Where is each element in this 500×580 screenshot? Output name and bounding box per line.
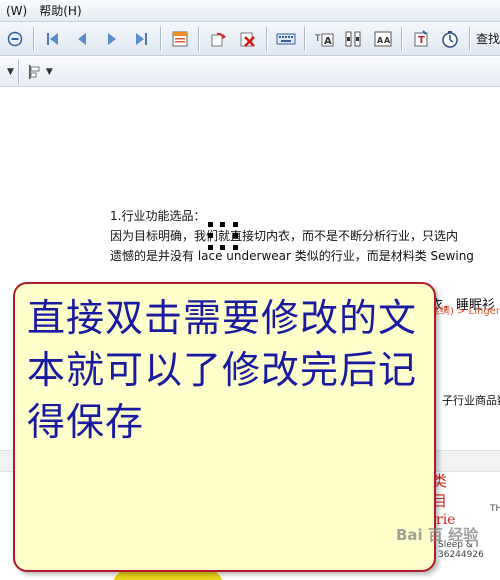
toolbar-separator: [17, 59, 19, 84]
chevron-down-icon: ▼: [7, 66, 14, 77]
last-page-icon[interactable]: [130, 26, 153, 52]
resize-handle[interactable]: [208, 245, 213, 250]
next-page-icon[interactable]: [100, 26, 123, 52]
watermark: Bai 百 经验: [396, 526, 479, 544]
prev-page-icon[interactable]: [71, 26, 94, 52]
delete-icon[interactable]: [236, 26, 259, 52]
svg-text:T: T: [314, 34, 321, 44]
small-text: TH: [490, 504, 500, 514]
document-text-block[interactable]: 1.行业功能选品： 因为目标明确，我们就直接切内衣，而不是不断分析行业，只选内 …: [110, 206, 500, 266]
align-left-icon: [28, 64, 40, 79]
annotation-callout: 直接双击需要修改的文本就可以了修改完后记得保存: [13, 282, 436, 572]
rotate-icon[interactable]: [206, 26, 229, 52]
toolbar-separator: [33, 26, 35, 51]
toolbar-separator: [401, 26, 403, 51]
main-toolbar: TA AA T 查找: [0, 22, 500, 56]
menu-help[interactable]: 帮助(H): [33, 0, 87, 22]
text-line[interactable]: 1.行业功能选品：: [110, 206, 500, 226]
search-label[interactable]: 查找: [476, 30, 500, 47]
columns-icon[interactable]: [342, 26, 365, 52]
dropdown-left[interactable]: ▼: [4, 60, 14, 84]
toolbar-separator: [265, 26, 267, 51]
resize-handle[interactable]: [233, 222, 238, 227]
svg-text:A: A: [384, 36, 391, 45]
svg-text:A: A: [324, 36, 332, 47]
menu-bar: (W) 帮助(H): [0, 0, 500, 22]
web-breadcrumb: 丝绸) > Lingerie,: [430, 306, 500, 317]
resize-handle[interactable]: [233, 245, 238, 250]
resize-handle[interactable]: [220, 245, 225, 250]
svg-text:A: A: [377, 36, 384, 45]
align-dropdown[interactable]: ▼: [27, 60, 53, 84]
chevron-down-icon: ▼: [45, 66, 53, 77]
text-line[interactable]: 因为目标明确，我们就直接切内衣，而不是不断分析行业，只选内: [110, 226, 500, 246]
text-line[interactable]: 遗憾的是并没有 lace underwear 类似的行业，而是材料类 Sewin…: [110, 246, 500, 266]
timer-icon[interactable]: [439, 26, 462, 52]
resize-handle[interactable]: [208, 233, 213, 238]
web-category-label: 子行业商品数: [442, 394, 500, 407]
text-size-icon[interactable]: TA: [312, 26, 335, 52]
text-edit-icon[interactable]: T: [409, 26, 432, 52]
form-icon[interactable]: [168, 26, 191, 52]
toolbar-separator: [304, 26, 306, 51]
toolbar-separator: [469, 26, 471, 51]
menu-window[interactable]: (W): [0, 0, 33, 22]
first-page-icon[interactable]: [41, 26, 64, 52]
nav-back-icon[interactable]: [3, 26, 26, 52]
resize-handle[interactable]: [220, 222, 225, 227]
selection-handles[interactable]: [208, 222, 238, 250]
svg-text:T: T: [418, 35, 425, 46]
align-icon[interactable]: AA: [371, 26, 394, 52]
callout-text: 直接双击需要修改的文本就可以了修改完后记得保存: [27, 296, 418, 444]
app-window: (W) 帮助(H) T A A A T 查找 ▼ ▼ 1.行业功能选品： 因为目…: [0, 0, 500, 580]
keyboard-icon[interactable]: [274, 26, 297, 52]
format-toolbar: ▼ ▼: [0, 57, 500, 87]
small-text: 36244926: [438, 550, 484, 560]
toolbar-separator: [198, 26, 200, 51]
resize-handle[interactable]: [233, 233, 238, 238]
toolbar-separator: [159, 26, 161, 51]
resize-handle[interactable]: [208, 222, 213, 227]
